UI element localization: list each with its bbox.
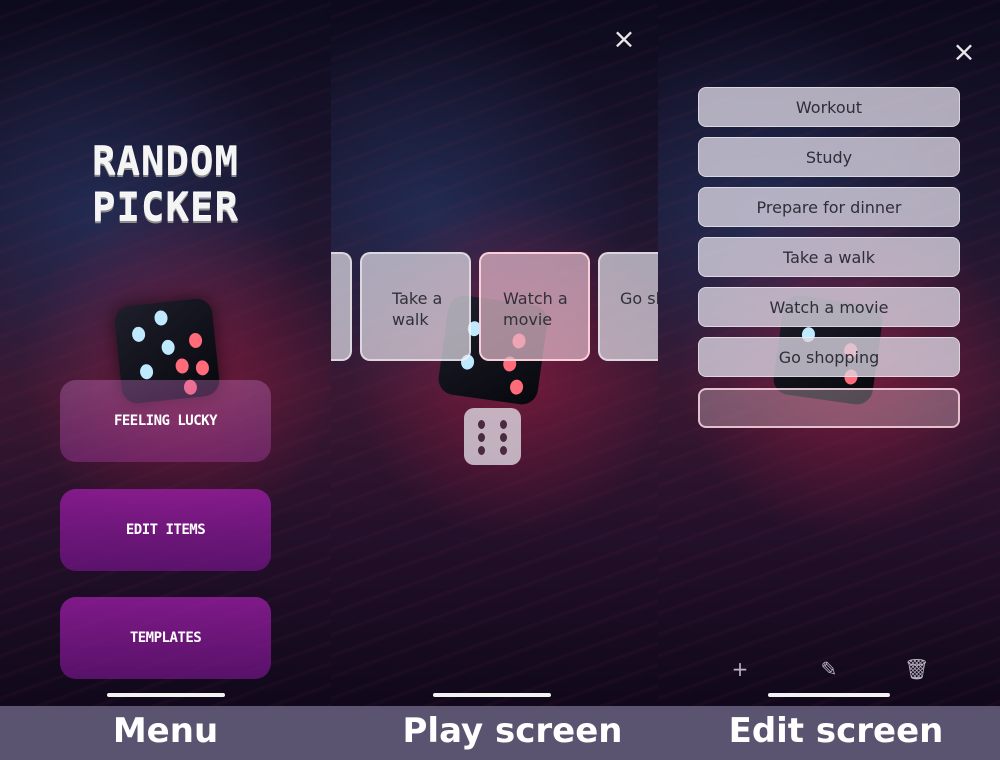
option-card[interactable]: Go shopp	[598, 252, 658, 361]
title-line-1: RANDOM	[92, 140, 239, 185]
list-item[interactable]: Prepare for dinner	[698, 187, 960, 227]
add-icon[interactable]: +	[728, 657, 752, 681]
option-card[interactable]	[331, 252, 352, 361]
home-indicator	[768, 693, 890, 697]
roll-dice-button[interactable]	[464, 408, 521, 465]
edit-caption: Edit screen	[728, 711, 944, 751]
play-caption: Play screen	[402, 711, 623, 751]
play-screen: × Take a walk Watch a movie Go shopp	[331, 0, 658, 706]
list-item[interactable]: Go shopping	[698, 337, 960, 377]
menu-caption: Menu	[112, 711, 219, 751]
feeling-lucky-button[interactable]: FEELING LUCKY	[60, 380, 271, 462]
menu-screen: RANDOM PICKER FEELING LUCKY EDIT ITEMS T…	[0, 0, 331, 706]
trash-icon[interactable]: 🗑	[904, 657, 929, 681]
home-indicator	[107, 693, 225, 697]
list-item[interactable]: Take a walk	[698, 237, 960, 277]
new-item-input[interactable]	[698, 388, 960, 428]
title-line-2: PICKER	[92, 186, 239, 231]
edit-screen: × Workout Study Prepare for dinner Take …	[658, 0, 1000, 706]
list-item[interactable]: Study	[698, 137, 960, 177]
templates-button[interactable]: TEMPLATES	[60, 597, 271, 679]
list-item[interactable]: Watch a movie	[698, 287, 960, 327]
edit-icon[interactable]: ✎	[817, 657, 841, 681]
option-card[interactable]: Take a walk	[360, 252, 471, 361]
selected-option-card[interactable]: Watch a movie	[479, 252, 590, 361]
close-icon[interactable]: ×	[611, 25, 637, 53]
home-indicator	[433, 693, 551, 697]
app-title: RANDOM PICKER	[0, 140, 331, 232]
edit-items-button[interactable]: EDIT ITEMS	[60, 489, 271, 571]
list-item[interactable]: Workout	[698, 87, 960, 127]
close-icon[interactable]: ×	[951, 38, 977, 66]
